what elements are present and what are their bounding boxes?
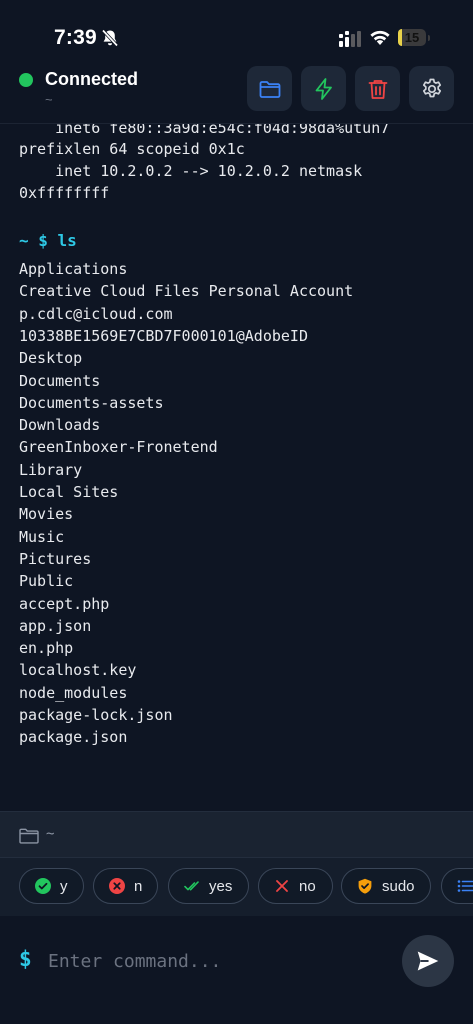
list-icon: [457, 880, 473, 892]
terminal-listing-item: localhost.key: [19, 661, 137, 680]
folder-icon: [259, 80, 280, 98]
gear-icon: [422, 78, 441, 97]
lightning-icon: [315, 77, 332, 100]
connection-header: Connected ~: [0, 60, 473, 122]
terminal-listing-item: Library: [19, 460, 83, 479]
quick-reply-chip-y[interactable]: y: [19, 868, 84, 904]
status-time: 7:39: [54, 26, 97, 49]
battery-indicator: 15: [398, 29, 426, 46]
prompt-symbol: $: [19, 947, 32, 971]
terminal-listing-item: en.php: [19, 639, 74, 658]
files-button[interactable]: [247, 66, 292, 111]
terminal-listing-item: accept.php: [19, 594, 110, 613]
quick-reply-bar[interactable]: y n yes no sudo: [0, 857, 473, 917]
quick-reply-chip-sudo[interactable]: sudo: [341, 868, 431, 904]
terminal-listing-item: package-lock.json: [19, 706, 173, 724]
bell-slash-icon: [101, 29, 119, 47]
quick-reply-chip-n[interactable]: n: [93, 868, 158, 904]
terminal-output[interactable]: inet6 fe80::3a9d:e54c:f04d:98da%utun7pre…: [0, 123, 473, 812]
quick-reply-chip-no[interactable]: no: [258, 868, 333, 904]
quick-reply-label: no: [299, 877, 316, 895]
terminal-listing-item: Documents-assets: [19, 393, 164, 412]
terminal-listing-item: Desktop: [19, 349, 83, 368]
connection-status-dot: [19, 73, 33, 87]
folder-icon: [19, 828, 39, 844]
cellular-signal-icon: [339, 31, 361, 47]
send-button[interactable]: [402, 935, 454, 987]
quick-reply-chip-list[interactable]: [441, 868, 473, 904]
settings-button[interactable]: [409, 66, 454, 111]
command-input-area: $: [0, 916, 473, 1024]
terminal-listing-item: Creative Cloud Files Personal Account: [19, 282, 354, 301]
terminal-listing-item: package.json: [19, 728, 128, 747]
send-icon: [417, 951, 439, 971]
quick-reply-label: y: [60, 877, 68, 895]
terminal-listing-item: Movies: [19, 505, 74, 524]
connection-status-label: Connected: [45, 69, 139, 89]
terminal-prompt: ~ $ ls: [19, 231, 77, 250]
terminal-listing-item: node_modules: [19, 683, 128, 702]
terminal-line: 0xffffffff: [19, 184, 110, 202]
terminal-listing-item: GreenInboxer-Fronetend: [19, 438, 218, 457]
status-bar: 7:39 15: [0, 0, 473, 60]
cwd-path: ~: [46, 826, 55, 842]
terminal-listing-item: Public: [19, 572, 74, 591]
cwd-bar: ~: [0, 811, 473, 858]
terminal-app-screen: 7:39 15 Connected ~ inet6 fe80::3a9d:e54…: [0, 0, 473, 1024]
terminal-line: prefixlen 64 scopeid 0x1c: [19, 140, 245, 158]
terminal-listing-item: Downloads: [19, 416, 101, 435]
battery-cap: [428, 35, 430, 41]
clear-terminal-button[interactable]: [355, 66, 400, 111]
terminal-listing-item: p.cdlc@icloud.com: [19, 304, 173, 323]
quick-reply-label: sudo: [382, 877, 415, 895]
terminal-line: inet 10.2.0.2 --> 10.2.0.2 netmask: [19, 162, 363, 180]
terminal-listing-item: Applications: [19, 260, 128, 278]
terminal-listing-item: app.json: [19, 616, 92, 635]
check-circle-icon: [35, 878, 51, 894]
x-icon: [276, 880, 288, 892]
terminal-line: inet6 fe80::3a9d:e54c:f04d:98da%utun7: [19, 123, 390, 137]
terminal-listing-item: Documents: [19, 371, 101, 390]
trash-icon: [368, 79, 387, 99]
double-check-icon: [184, 881, 199, 891]
terminal-listing-item: 10338BE1569E7CBD7F000101@AdobeID: [19, 326, 308, 345]
terminal-listing-item: Music: [19, 527, 65, 546]
command-input[interactable]: [48, 946, 388, 976]
quick-reply-label: n: [134, 877, 143, 895]
x-circle-icon: [109, 878, 125, 894]
quick-reply-label: yes: [209, 877, 233, 895]
quick-reply-chip-yes[interactable]: yes: [168, 868, 249, 904]
terminal-listing-item: Local Sites: [19, 483, 119, 501]
terminal-listing-item: Pictures: [19, 549, 92, 568]
connection-path: ~: [45, 92, 53, 107]
wifi-icon: [370, 30, 390, 45]
battery-percent: 15: [404, 30, 420, 45]
quick-actions-button[interactable]: [301, 66, 346, 111]
shield-check-icon: [358, 878, 372, 894]
